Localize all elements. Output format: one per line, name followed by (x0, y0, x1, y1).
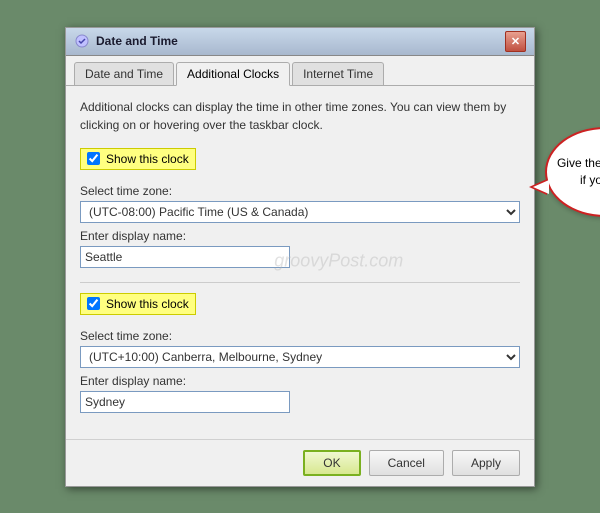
description-text: Additional clocks can display the time i… (80, 98, 520, 134)
tab-content: Additional clocks can display the time i… (66, 86, 534, 439)
tab-additional-clocks[interactable]: Additional Clocks (176, 62, 290, 86)
clock2-checkbox-label: Show this clock (106, 297, 189, 311)
close-button[interactable]: ✕ (505, 31, 526, 52)
clock1-section: Show this clock Select time zone: (UTC-0… (80, 148, 520, 268)
section-divider (80, 282, 520, 283)
clock2-checkbox-row[interactable]: Show this clock (80, 293, 196, 315)
clock2-name-label: Enter display name: (80, 374, 520, 388)
tab-internet-time[interactable]: Internet Time (292, 62, 384, 85)
annotation-text: Give them names if you like (555, 155, 600, 189)
clock2-name-input[interactable] (80, 391, 290, 413)
clock2-zone-label: Select time zone: (80, 329, 520, 343)
footer: OK Cancel Apply (66, 439, 534, 486)
clock2-zone-select[interactable]: (UTC-08:00) Pacific Time (US & Canada) (… (80, 346, 520, 368)
clock1-checkbox-row[interactable]: Show this clock (80, 148, 196, 170)
clock1-checkbox[interactable] (87, 152, 100, 165)
date-time-window: Date and Time ✕ Date and Time Additional… (65, 27, 535, 487)
clock2-checkbox[interactable] (87, 297, 100, 310)
window-icon (74, 33, 90, 49)
clock1-name-label: Enter display name: (80, 229, 520, 243)
annotation-bubble: Give them names if you like (545, 127, 600, 217)
clock2-section: Show this clock Select time zone: (UTC-0… (80, 293, 520, 413)
tab-bar: Date and Time Additional Clocks Internet… (66, 56, 534, 86)
ok-button[interactable]: OK (303, 450, 360, 476)
window-title: Date and Time (96, 34, 505, 48)
clock1-checkbox-label: Show this clock (106, 152, 189, 166)
tab-date-time[interactable]: Date and Time (74, 62, 174, 85)
title-bar: Date and Time ✕ (66, 28, 534, 56)
cancel-button[interactable]: Cancel (369, 450, 444, 476)
clock1-zone-label: Select time zone: (80, 184, 520, 198)
clock1-zone-select[interactable]: (UTC-08:00) Pacific Time (US & Canada) (… (80, 201, 520, 223)
clock1-name-input[interactable] (80, 246, 290, 268)
apply-button[interactable]: Apply (452, 450, 520, 476)
